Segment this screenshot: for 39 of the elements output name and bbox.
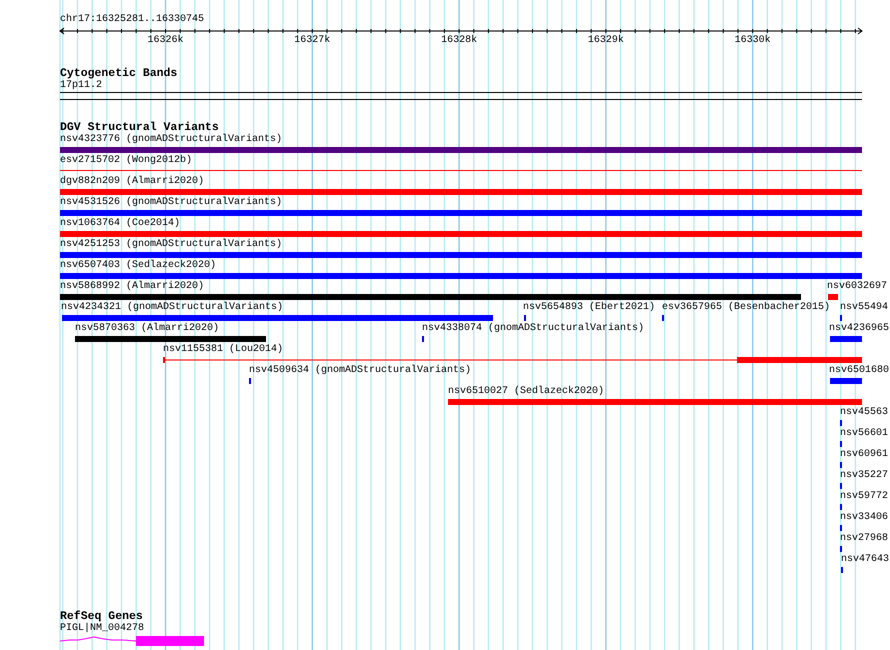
- variant-label: nsv5654893 (Ebert2021): [523, 302, 656, 313]
- variant-label: esv3657965 (Besenbacher2015): [662, 302, 830, 313]
- variant-label: nsv33406: [840, 512, 888, 523]
- variant-label: nsv4251253 (gnomADStructuralVariants): [60, 239, 282, 250]
- track-title: Cytogenetic Bands: [60, 67, 178, 80]
- tick-label: 16328k: [441, 35, 478, 47]
- variant-label: nsv1155381 (Lou2014): [163, 344, 284, 355]
- variant-label: nsv4323776 (gnomADStructuralVariants): [60, 134, 282, 145]
- track-title: RefSeq Genes: [60, 610, 143, 623]
- variant-label: nsv60961: [840, 449, 888, 460]
- variant-label: nsv5868992 (Almarri2020): [60, 281, 204, 292]
- tick-label: 16330k: [734, 35, 771, 47]
- variant-label: nsv6510027 (Sedlazeck2020): [448, 386, 604, 397]
- variant-label: dgv882n209 (Almarri2020): [60, 176, 204, 187]
- tick-label: 16327k: [294, 35, 330, 47]
- variant-label: nsv59772: [840, 491, 888, 502]
- variant-label: nsv4338074 (gnomADStructuralVariants): [422, 323, 644, 334]
- band-label: 17p11.2: [60, 80, 102, 91]
- variant-label: nsv27968: [840, 533, 888, 544]
- variant-label: nsv4531526 (gnomADStructuralVariants): [60, 197, 282, 208]
- variant-label: nsv4234321 (gnomADStructuralVariants): [61, 302, 284, 313]
- range-label: chr17:16325281..16330745: [60, 14, 204, 26]
- variant-label: nsv1063764 (Coe2014): [60, 218, 180, 229]
- variant-label: nsv47643: [841, 554, 890, 565]
- variant-label: nsv6501680: [829, 365, 890, 376]
- variant-label: nsv56601: [840, 428, 888, 439]
- tick-label: 16329k: [588, 35, 624, 47]
- variant-label: nsv5870363 (Almarri2020): [75, 323, 220, 334]
- variant-label: nsv6507403 (Sedlazeck2020): [60, 260, 216, 271]
- gene-label: PIGL|NM_004278: [60, 623, 144, 634]
- variant-label: esv2715702 (Wong2012b): [60, 155, 192, 166]
- variant-label: nsv4509634 (gnomADStructuralVariants): [249, 365, 472, 376]
- variant-label: nsv4236965: [829, 323, 890, 334]
- variant-label: nsv6032697: [827, 281, 888, 292]
- track-title: DGV Structural Variants: [60, 121, 219, 134]
- tick-label: 16326k: [148, 35, 184, 47]
- variant-label: nsv55494: [840, 302, 888, 313]
- variant-label: nsv35227: [840, 470, 888, 481]
- variant-label: nsv45563: [840, 407, 888, 418]
